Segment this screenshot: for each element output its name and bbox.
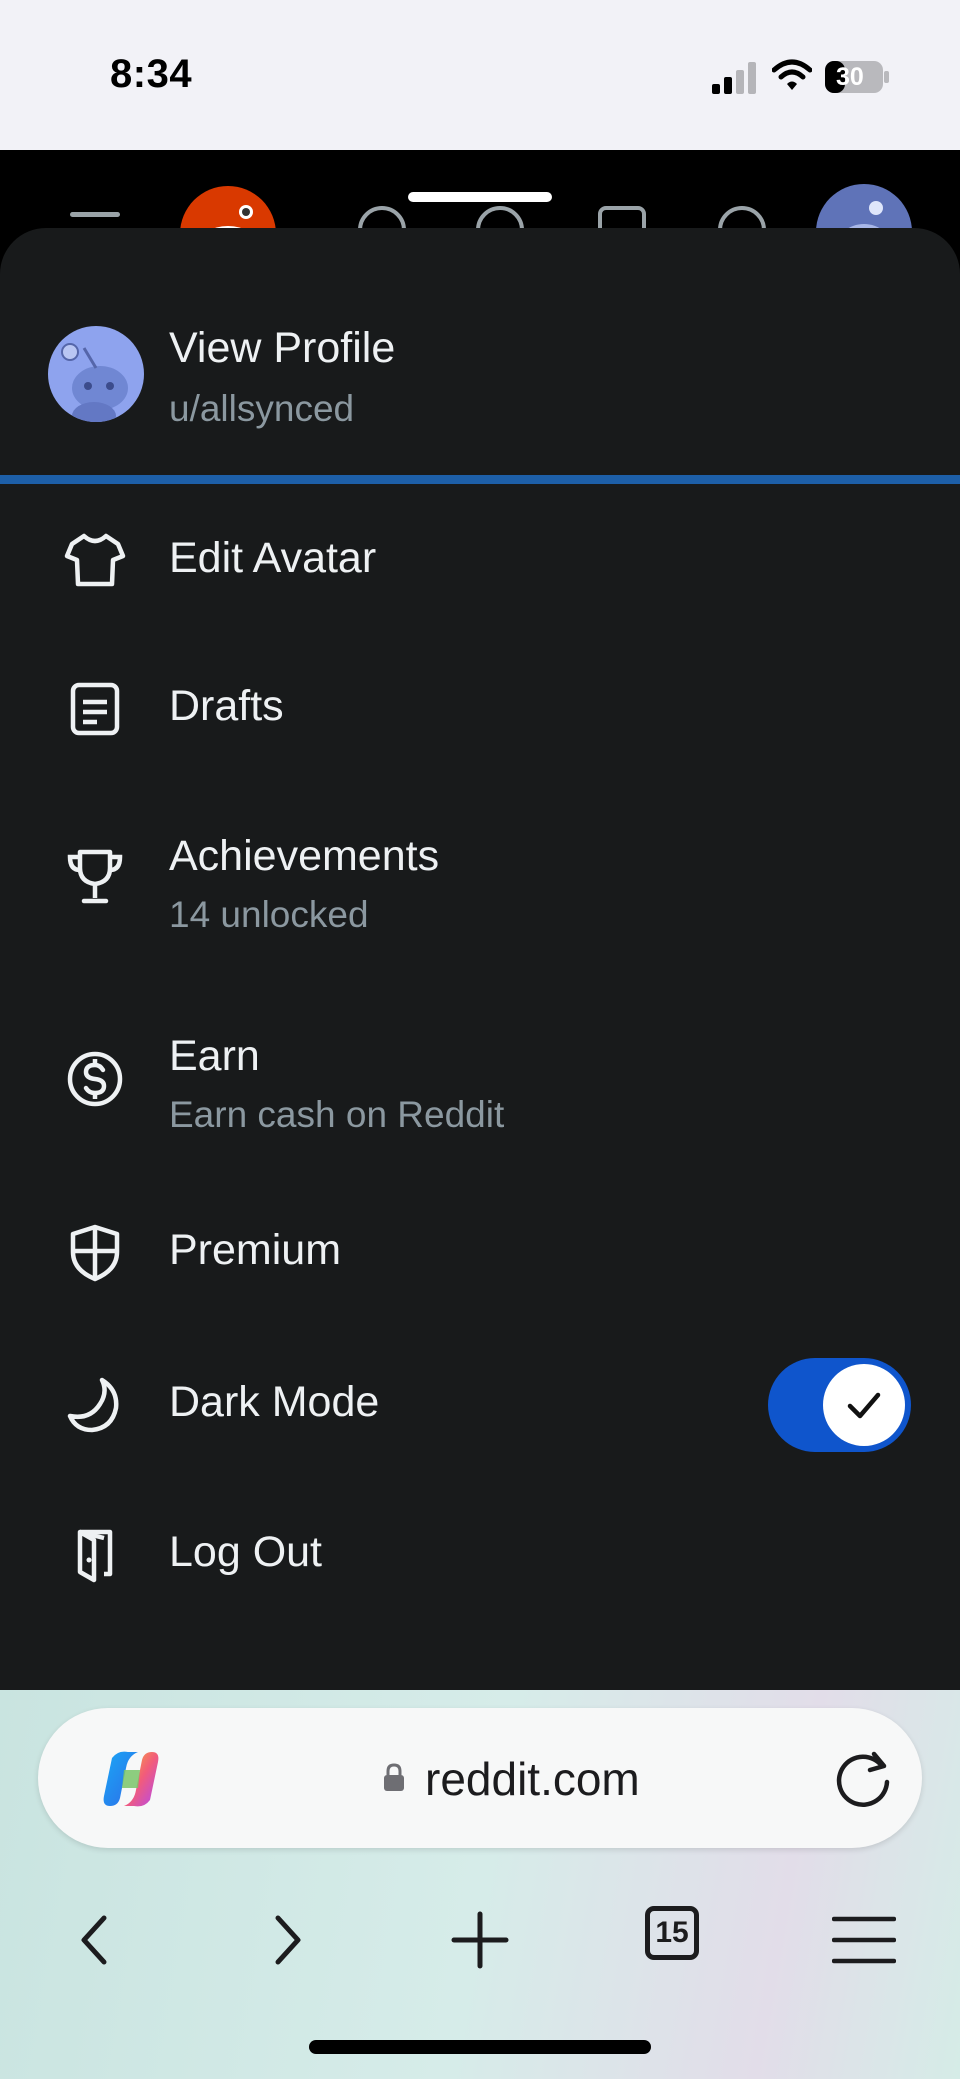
chevron-right-icon [275, 1915, 301, 1965]
battery-level: 30 [836, 63, 864, 91]
dollar-icon [64, 1048, 126, 1110]
menu-label: Achievements [169, 832, 440, 880]
shield-icon [64, 1222, 126, 1284]
username-label: u/allsynced [169, 388, 355, 429]
toggle-knob [823, 1364, 905, 1446]
shirt-icon [64, 528, 126, 590]
battery-icon: 30 [824, 60, 890, 94]
back-button[interactable] [54, 1900, 134, 1980]
menu-item-drafts[interactable]: Drafts [0, 630, 960, 780]
profile-menu-sheet: View Profile u/allsynced Edit Avatar Dra… [0, 228, 960, 1690]
reload-icon[interactable] [830, 1744, 898, 1812]
moon-icon [64, 1374, 126, 1436]
checkmark-icon [847, 1392, 881, 1419]
menu-item-log-out[interactable]: Log Out [0, 1480, 960, 1630]
address-bar[interactable]: reddit.com [38, 1708, 922, 1848]
menu-item-premium[interactable]: Premium [0, 1180, 960, 1330]
hamburger-menu-icon[interactable] [70, 212, 120, 217]
menu-label: Premium [169, 1226, 342, 1274]
menu-label: Dark Mode [169, 1378, 380, 1426]
new-tab-button[interactable] [440, 1900, 520, 1980]
menu-label: Drafts [169, 682, 284, 730]
wifi-icon [772, 59, 812, 90]
menu-label: Earn [169, 1032, 260, 1080]
menu-sublabel: 14 unlocked [169, 894, 369, 935]
forward-button[interactable] [248, 1900, 328, 1980]
menu-label: Log Out [169, 1528, 322, 1576]
tabs-button[interactable]: 15 [645, 1906, 699, 1960]
view-profile-row[interactable]: View Profile u/allsynced [0, 228, 960, 476]
status-time: 8:34 [110, 52, 193, 96]
browser-toolbar: reddit.com 15 [0, 1690, 960, 2079]
menu-item-achievements[interactable]: Achievements 14 unlocked [0, 780, 960, 980]
menu-item-dark-mode[interactable]: Dark Mode [0, 1330, 960, 1480]
tabs-count: 15 [655, 1916, 689, 1949]
trophy-icon [64, 846, 126, 908]
cellular-signal-icon [712, 62, 756, 94]
menu-sublabel: Earn cash on Reddit [169, 1094, 505, 1135]
logout-door-icon [64, 1524, 126, 1586]
sheet-drag-handle[interactable] [408, 192, 552, 202]
lock-icon [384, 1763, 404, 1791]
plus-icon [451, 1911, 509, 1969]
section-divider [0, 475, 960, 484]
view-profile-label: View Profile [169, 324, 396, 372]
menu-item-edit-avatar[interactable]: Edit Avatar [0, 490, 960, 630]
chevron-left-icon [81, 1915, 107, 1965]
home-indicator [309, 2040, 651, 2054]
drafts-icon [64, 678, 126, 740]
menu-button[interactable] [824, 1900, 904, 1980]
dark-mode-toggle[interactable] [768, 1358, 911, 1452]
profile-avatar [48, 326, 144, 422]
copilot-icon[interactable] [98, 1746, 164, 1812]
hamburger-menu-icon [832, 1916, 896, 1964]
menu-label: Edit Avatar [169, 534, 377, 582]
menu-item-earn[interactable]: Earn Earn cash on Reddit [0, 980, 960, 1180]
url-text: reddit.com [425, 1753, 640, 1805]
status-bar: 8:34 30 [0, 0, 960, 150]
